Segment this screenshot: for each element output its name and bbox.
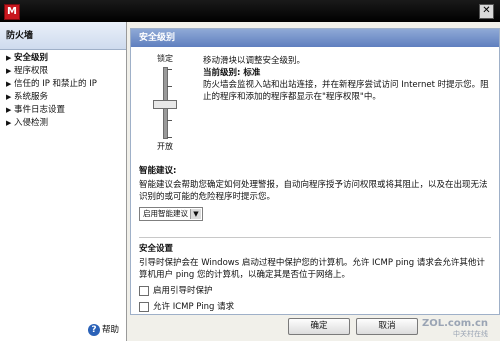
sidebar-item-label: 程序权限 [14,66,49,76]
slider-top-label: 锁定 [157,54,173,63]
title-bar: M ✕ [0,0,500,22]
smart-advice-select[interactable]: 启用智能建议 ▼ [139,207,203,221]
slider-tick [167,86,172,87]
sidebar-item-label: 信任的 IP 和禁止的 IP [14,79,97,89]
description-instruction: 移动滑块以调整安全级别。 [203,56,306,66]
sidebar-item-event-log-settings[interactable]: ▶ 事件日志设置 [0,104,126,117]
watermark: ZOL.com.cn 中关村在线 [422,319,488,339]
chevron-right-icon: ▶ [6,54,12,62]
panel-header: 安全级别 [131,29,499,47]
checkbox-label: 启用引导时保护 [153,286,213,296]
chevron-right-icon: ▶ [6,106,12,114]
slider-tick [167,69,172,70]
security-settings-title: 安全设置 [139,244,174,254]
sidebar-item-label: 入侵检测 [14,118,49,128]
chevron-right-icon: ▶ [6,119,12,127]
sidebar-item-trusted-banned-ip[interactable]: ▶ 信任的 IP 和禁止的 IP [0,78,126,91]
slider-tick [167,120,172,121]
current-level-label: 当前级别: 标准 [203,68,261,78]
sidebar-list: ▶ 安全级别 ▶ 程序权限 ▶ 信任的 IP 和禁止的 IP ▶ 系统服务 ▶ 事件日志设… [0,52,126,130]
chevron-right-icon: ▶ [6,67,12,75]
close-button[interactable]: ✕ [479,4,494,19]
cancel-button[interactable]: 取消 [356,318,418,335]
security-settings-section: 安全设置 引导时保护会在 Windows 启动过程中保护您的计算机。允许 ICM… [139,243,491,313]
boot-protection-checkbox[interactable]: 启用引导时保护 [139,285,491,297]
help-label: 帮助 [102,325,120,335]
sidebar-title: 防火墙 [0,22,126,50]
chevron-down-icon: ▼ [190,209,201,219]
window-body: 防火墙 ▶ 安全级别 ▶ 程序权限 ▶ 信任的 IP 和禁止的 IP ▶ 系统服务 ▶ 事… [0,22,500,341]
checkbox-box[interactable] [139,301,149,312]
security-description: 移动滑块以调整安全级别。 当前级别: 标准 防火墙会监视入站和出站连接，并在新程… [203,55,493,103]
help-link[interactable]: ? 帮助 [88,323,119,337]
smart-advice-title: 智能建议: [139,166,177,176]
help-icon: ? [88,323,100,336]
smart-advice-body: 智能建议会帮助您确定如何处理警报，自动向程序授予访问权限或将其阻止，以及在出现无… [139,180,488,202]
main-panel: 安全级别 锁定 开放 移动滑块以调整安全级别。 当前级别: 标准 防火墙会监视入… [130,28,500,315]
sidebar-item-label: 安全级别 [14,53,49,63]
security-settings-body: 引导时保护会在 Windows 启动过程中保护您的计算机。允许 ICMP pin… [139,258,485,280]
checkbox-box[interactable] [139,285,149,296]
checkbox-label: 允许 ICMP Ping 请求 [153,302,235,312]
description-body: 防火墙会监视入站和出站连接，并在新程序尝试访问 Internet 时提示您。阻止… [203,80,489,102]
icmp-ping-checkbox[interactable]: 允许 ICMP Ping 请求 [139,301,491,313]
sidebar-item-label: 事件日志设置 [14,105,66,115]
slider-thumb[interactable] [153,100,177,109]
footer-bar: 确定 取消 ZOL.com.cn 中关村在线 [130,316,498,341]
ok-button[interactable]: 确定 [288,318,350,335]
sidebar-item-program-permissions[interactable]: ▶ 程序权限 [0,65,126,78]
chevron-right-icon: ▶ [6,80,12,88]
watermark-brand: ZOL.com.cn [422,318,488,329]
mcafee-logo-icon: M [4,4,20,20]
divider [139,237,491,238]
chevron-right-icon: ▶ [6,93,12,101]
sidebar-item-label: 系统服务 [14,92,49,102]
smart-advice-section: 智能建议: 智能建议会帮助您确定如何处理警报，自动向程序授予访问权限或将其阻止，… [139,165,491,221]
sidebar-item-system-services[interactable]: ▶ 系统服务 [0,91,126,104]
sidebar-item-intrusion-detection[interactable]: ▶ 入侵检测 [0,117,126,130]
security-level-slider[interactable]: 锁定 开放 [145,53,185,153]
slider-tick [167,137,172,138]
select-value: 启用智能建议 [143,209,188,218]
sidebar-item-security-level[interactable]: ▶ 安全级别 [0,52,126,65]
watermark-sub: 中关村在线 [453,330,488,338]
sidebar: 防火墙 ▶ 安全级别 ▶ 程序权限 ▶ 信任的 IP 和禁止的 IP ▶ 系统服务 ▶ 事… [0,22,127,341]
slider-bottom-label: 开放 [157,142,173,151]
